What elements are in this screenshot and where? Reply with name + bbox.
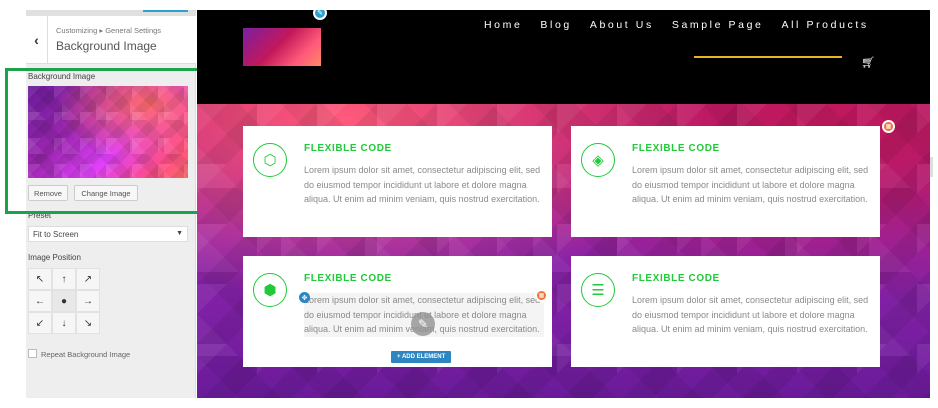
- card-title: FLEXIBLE CODE: [304, 143, 392, 154]
- image-position-grid: ↖ ↑ ↗ ← ● → ↙ ↓ ↘: [28, 268, 100, 334]
- position-bottom-icon[interactable]: ↓: [52, 312, 76, 334]
- position-left-icon[interactable]: ←: [28, 290, 52, 312]
- cart-icon[interactable]: 🛒︎: [861, 56, 875, 69]
- preset-value: Fit to Screen: [33, 229, 79, 239]
- main-nav: Home Blog About Us Sample Page All Produ…: [484, 19, 887, 31]
- preset-select[interactable]: Fit to Screen ▼: [28, 226, 188, 242]
- scrollbar[interactable]: [930, 157, 933, 177]
- cube-hex-icon: ⬡: [253, 143, 287, 177]
- repeat-background-checkbox[interactable]: [28, 349, 37, 358]
- position-bottom-right-icon[interactable]: ↘: [76, 312, 100, 334]
- breadcrumb: Customizing ▸ General Settings: [56, 26, 162, 35]
- nav-link-blog[interactable]: Blog: [540, 19, 571, 31]
- position-right-icon[interactable]: →: [76, 290, 100, 312]
- panel-header: ‹ Customizing ▸ General Settings Backgro…: [26, 16, 196, 64]
- card-title: FLEXIBLE CODE: [304, 273, 392, 284]
- position-top-right-icon[interactable]: ↗: [76, 268, 100, 290]
- edit-shortcut-icon[interactable]: ✎: [313, 10, 327, 20]
- hero-background: ⬡ FLEXIBLE CODE Lorem ipsum dolor sit am…: [197, 104, 930, 398]
- codepen-icon: ◈: [581, 143, 615, 177]
- add-element-button[interactable]: + ADD ELEMENT: [391, 351, 452, 363]
- position-bottom-left-icon[interactable]: ↙: [28, 312, 52, 334]
- nav-link-all-products[interactable]: All Products: [782, 19, 869, 31]
- position-top-icon[interactable]: ↑: [52, 268, 76, 290]
- card-text: Lorem ipsum dolor sit amet, consectetur …: [304, 165, 541, 204]
- position-center-icon[interactable]: ●: [52, 290, 76, 312]
- feature-card: ◈ FLEXIBLE CODE Lorem ipsum dolor sit am…: [571, 126, 880, 237]
- position-top-left-icon[interactable]: ↖: [28, 268, 52, 290]
- card-title: FLEXIBLE CODE: [632, 143, 720, 154]
- caret-down-icon: ▼: [176, 230, 183, 237]
- card-text: Lorem ipsum dolor sit amet, consectetur …: [632, 295, 869, 334]
- section-settings-icon[interactable]: ▦: [882, 120, 895, 133]
- card-title: FLEXIBLE CODE: [632, 273, 720, 284]
- chevron-left-icon: ‹: [34, 32, 39, 48]
- move-element-icon[interactable]: ✥: [299, 292, 310, 303]
- nav-link-sample-page[interactable]: Sample Page: [672, 19, 764, 31]
- nav-link-home[interactable]: Home: [484, 19, 522, 31]
- feature-card: ⬢ FLEXIBLE CODE Lorem ipsum dolor sit am…: [243, 256, 552, 367]
- feature-card: ⬡ FLEXIBLE CODE Lorem ipsum dolor sit am…: [243, 126, 552, 237]
- repeat-background-label: Repeat Background Image: [41, 350, 131, 359]
- pencil-icon[interactable]: ✎: [411, 312, 435, 336]
- nav-underline: [694, 56, 842, 58]
- highlight-box: [5, 68, 208, 214]
- image-position-label: Image Position: [28, 253, 81, 262]
- card-text: Lorem ipsum dolor sit amet, consectetur …: [632, 165, 869, 204]
- back-button[interactable]: ‹: [26, 16, 48, 64]
- cube-icon: ⬢: [253, 273, 287, 307]
- panel-title: Background Image: [56, 39, 157, 53]
- element-settings-icon[interactable]: ▦: [535, 289, 548, 302]
- site-logo[interactable]: [243, 28, 321, 66]
- nav-link-about-us[interactable]: About Us: [590, 19, 654, 31]
- site-preview: ✎ Home Blog About Us Sample Page All Pro…: [197, 10, 930, 398]
- database-icon: ☰: [581, 273, 615, 307]
- publish-button-edge[interactable]: [143, 10, 188, 12]
- feature-card: ☰ FLEXIBLE CODE Lorem ipsum dolor sit am…: [571, 256, 880, 367]
- site-header: ✎ Home Blog About Us Sample Page All Pro…: [197, 10, 930, 104]
